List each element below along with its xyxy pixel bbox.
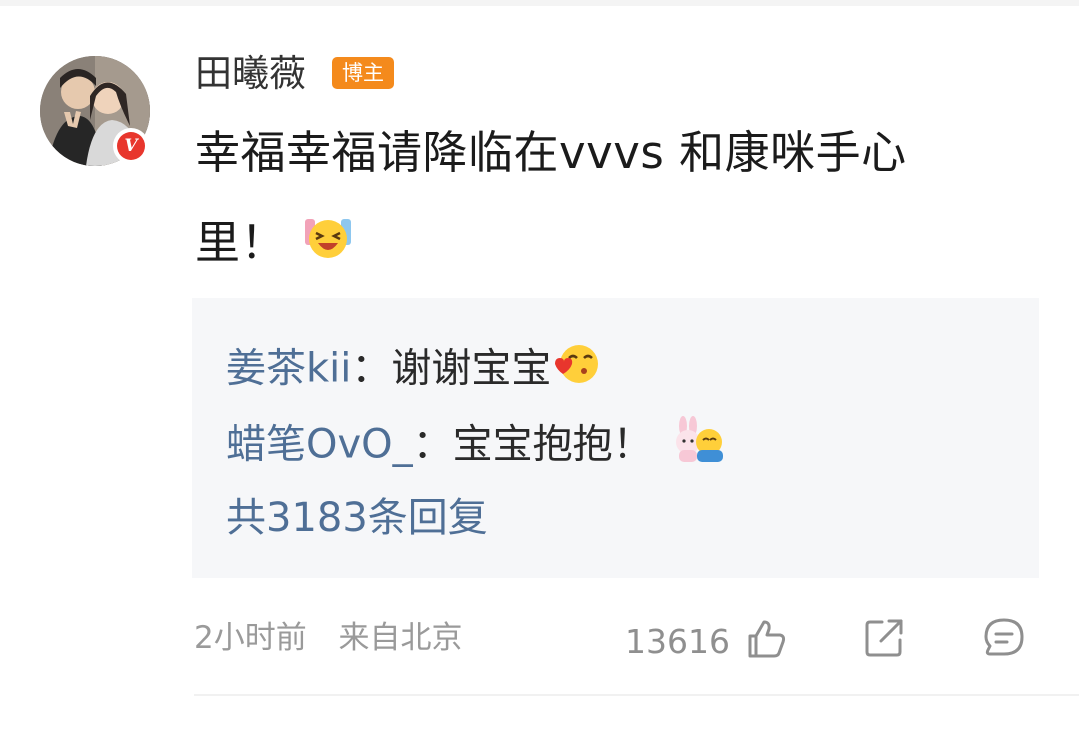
role-badge: 博主 — [332, 57, 394, 89]
like-count: 13616 — [625, 622, 730, 661]
post-username[interactable]: 田曦薇 — [195, 52, 306, 96]
comment-icon[interactable] — [982, 616, 1026, 664]
post-content: 幸福幸福请降临在vvvs 和康咪手心 里！ — [195, 108, 1045, 291]
reply-total-link[interactable]: 共3183条回复 — [226, 492, 488, 544]
verified-badge-icon: V — [113, 128, 149, 164]
top-divider — [0, 0, 1079, 6]
reply-username[interactable]: 蜡笔OvO_ — [226, 422, 413, 468]
share-icon[interactable] — [862, 616, 906, 664]
kiss-heart-emoji-icon — [551, 340, 603, 401]
thumbs-up-icon[interactable] — [744, 616, 788, 664]
post-meta: 2小时前 来自北京 — [194, 616, 462, 660]
reply-item[interactable]: 蜡笔OvO_：宝宝抱抱！ — [226, 416, 727, 477]
bottom-divider — [194, 694, 1079, 696]
reply-separator: ： — [412, 421, 453, 468]
reply-text: 宝宝抱抱！ — [452, 421, 653, 468]
post-content-line-1: 幸福幸福请降临在vvvs 和康咪手心 — [195, 126, 907, 179]
reply-separator: ： — [351, 345, 392, 392]
post-content-line-2-text: 里！ — [195, 216, 287, 269]
bunny-hug-emoji-icon — [671, 416, 727, 477]
post-time: 2小时前 — [194, 620, 307, 656]
laughing-cheering-emoji-icon — [301, 201, 355, 291]
post-source: 来自北京 — [338, 620, 463, 656]
reply-preview-box[interactable]: 姜茶kii：谢谢宝宝 蜡笔OvO_：宝宝抱抱！ 共3183条回复 — [192, 298, 1039, 578]
post-content-line-2: 里！ — [195, 198, 1045, 291]
reply-username[interactable]: 姜茶kii — [226, 346, 351, 392]
reply-item[interactable]: 姜茶kii：谢谢宝宝 — [226, 340, 603, 401]
reply-text: 谢谢宝宝 — [391, 345, 552, 392]
